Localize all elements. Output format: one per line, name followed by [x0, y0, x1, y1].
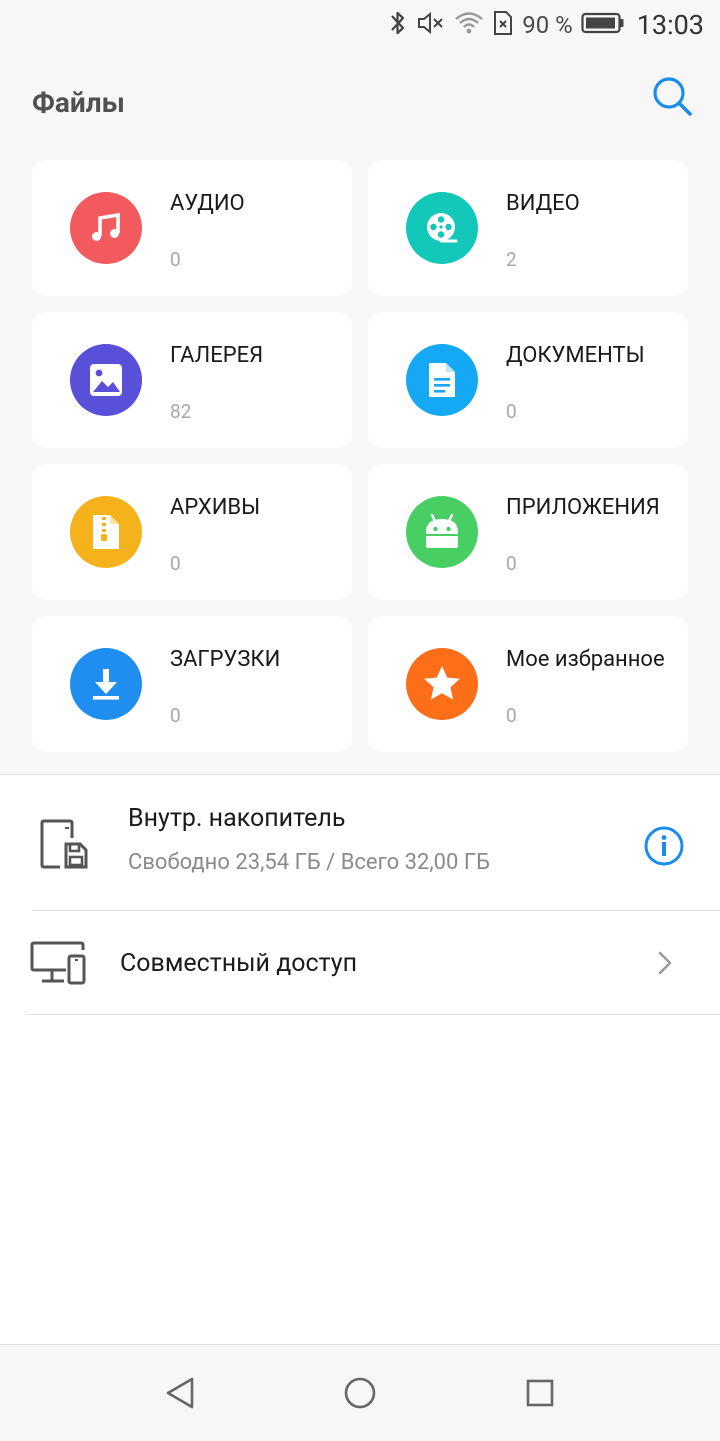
category-count: 0 — [506, 552, 517, 575]
search-button[interactable] — [648, 72, 696, 120]
info-icon — [642, 826, 686, 872]
category-count: 0 — [170, 552, 181, 575]
category-label: ДОКУМЕНТЫ — [506, 343, 645, 368]
clock: 13:03 — [636, 9, 704, 41]
download-icon — [70, 648, 142, 720]
storage-title: Внутр. накопитель — [128, 804, 346, 833]
android-icon — [406, 496, 478, 568]
divider — [32, 910, 720, 911]
recents-icon — [522, 1379, 558, 1415]
document-icon — [406, 344, 478, 416]
category-card-downloads[interactable]: ЗАГРУЗКИ 0 — [32, 616, 352, 752]
shared-access-row[interactable]: Совместный доступ — [0, 912, 720, 1014]
category-card-favorites[interactable]: Мое избранное 0 — [368, 616, 688, 752]
battery-percent: 90 % — [522, 11, 573, 39]
search-icon — [648, 77, 696, 124]
bluetooth-icon — [388, 9, 408, 41]
recents-button[interactable] — [522, 1375, 558, 1411]
storage-subtitle: Свободно 23,54 ГБ / Всего 32,00 ГБ — [128, 850, 490, 875]
status-bar: 90 % 13:03 — [0, 0, 720, 50]
no-sim-icon — [492, 9, 514, 41]
category-card-gallery[interactable]: ГАЛЕРЕЯ 82 — [32, 312, 352, 448]
shared-access-title: Совместный доступ — [120, 949, 358, 978]
battery-icon — [581, 11, 625, 39]
category-label: ГАЛЕРЕЯ — [170, 343, 264, 368]
category-count: 0 — [506, 704, 517, 727]
category-label: ЗАГРУЗКИ — [170, 647, 281, 672]
category-count: 0 — [170, 704, 181, 727]
category-card-audio[interactable]: АУДИО 0 — [32, 160, 352, 296]
wifi-icon — [454, 9, 484, 41]
category-label: АУДИО — [170, 191, 245, 216]
category-count: 0 — [170, 248, 181, 271]
category-label: ПРИЛОЖЕНИЯ — [506, 495, 660, 520]
category-label: Мое избранное — [506, 647, 665, 672]
divider — [0, 774, 720, 775]
film-reel-icon — [406, 192, 478, 264]
navigation-bar — [0, 1344, 720, 1441]
category-count: 2 — [506, 248, 517, 271]
page-title: Файлы — [32, 86, 125, 119]
category-label: ВИДЕО — [506, 191, 580, 216]
storage-info-button[interactable] — [642, 824, 686, 868]
category-card-archives[interactable]: АРХИВЫ 0 — [32, 464, 352, 600]
category-card-documents[interactable]: ДОКУМЕНТЫ 0 — [368, 312, 688, 448]
devices-icon — [30, 940, 88, 990]
category-card-video[interactable]: ВИДЕО 2 — [368, 160, 688, 296]
category-count: 0 — [506, 400, 517, 423]
chevron-right-icon — [654, 950, 676, 980]
internal-storage-row[interactable]: Внутр. накопитель Свободно 23,54 ГБ / Вс… — [0, 776, 720, 910]
divider — [26, 1014, 720, 1015]
category-count: 82 — [170, 400, 192, 423]
category-label: АРХИВЫ — [170, 495, 261, 520]
music-note-icon — [70, 192, 142, 264]
category-card-apps[interactable]: ПРИЛОЖЕНИЯ 0 — [368, 464, 688, 600]
zip-file-icon — [70, 496, 142, 568]
back-icon — [162, 1377, 198, 1415]
home-icon — [342, 1377, 378, 1415]
back-button[interactable] — [162, 1375, 198, 1411]
image-icon — [70, 344, 142, 416]
phone-storage-icon — [40, 818, 90, 874]
star-icon — [406, 648, 478, 720]
home-button[interactable] — [342, 1375, 378, 1411]
mute-icon — [416, 9, 446, 41]
